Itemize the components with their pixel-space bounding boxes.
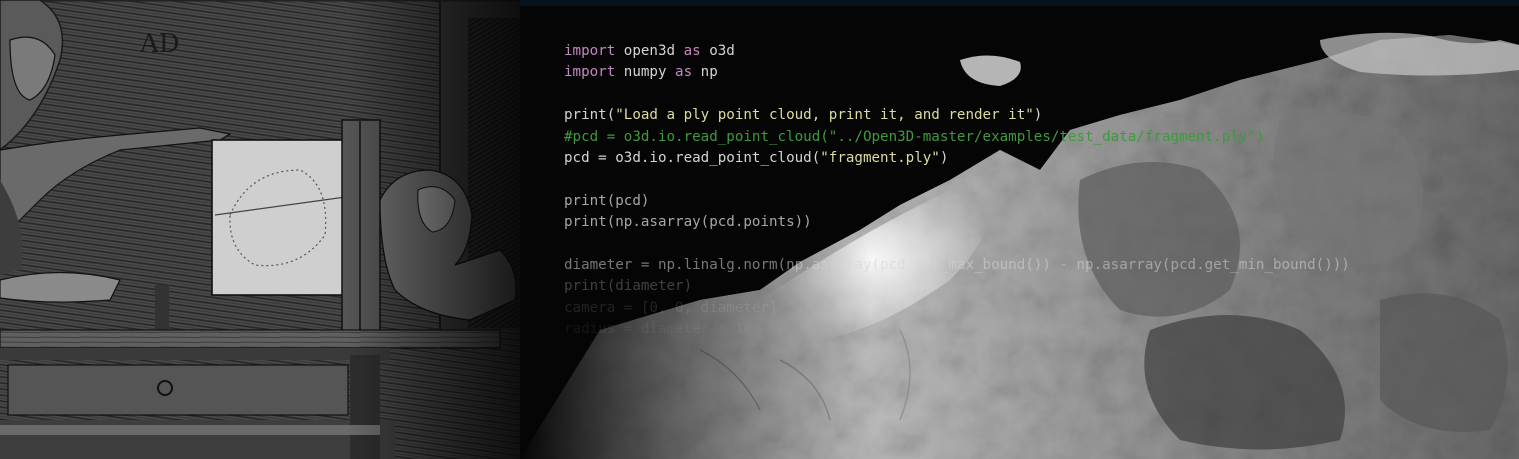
code-line-comment: #pcd = o3d.io.read_point_cloud("../Open3… xyxy=(564,128,1265,145)
code-line-diameter: diameter = np.linalg.norm(np.asarray(pcd… xyxy=(564,256,1350,273)
code-line-import-open3d: import open3d as o3d xyxy=(564,43,735,59)
hero-banner: AD xyxy=(0,0,1519,459)
code-line-print-load: print("Load a ply point cloud, print it,… xyxy=(564,107,1043,124)
code-line-camera: camera = [0, 0, diameter] xyxy=(564,299,778,316)
code-snippet: import open3d as o3d import numpy as np p… xyxy=(564,41,1350,340)
code-line-print-diameter: print(diameter) xyxy=(564,278,693,295)
code-line-import-numpy: import numpy as np xyxy=(564,64,718,81)
code-line-read-point-cloud: pcd = o3d.io.read_point_cloud("fragment.… xyxy=(564,149,949,166)
engraving-illustration: AD xyxy=(0,0,560,459)
code-line-print-pcd: print(pcd) xyxy=(564,192,650,209)
code-line-print-points: print(np.asarray(pcd.points)) xyxy=(564,214,812,231)
code-line-radius: radius = diameter * 100 xyxy=(564,321,761,338)
